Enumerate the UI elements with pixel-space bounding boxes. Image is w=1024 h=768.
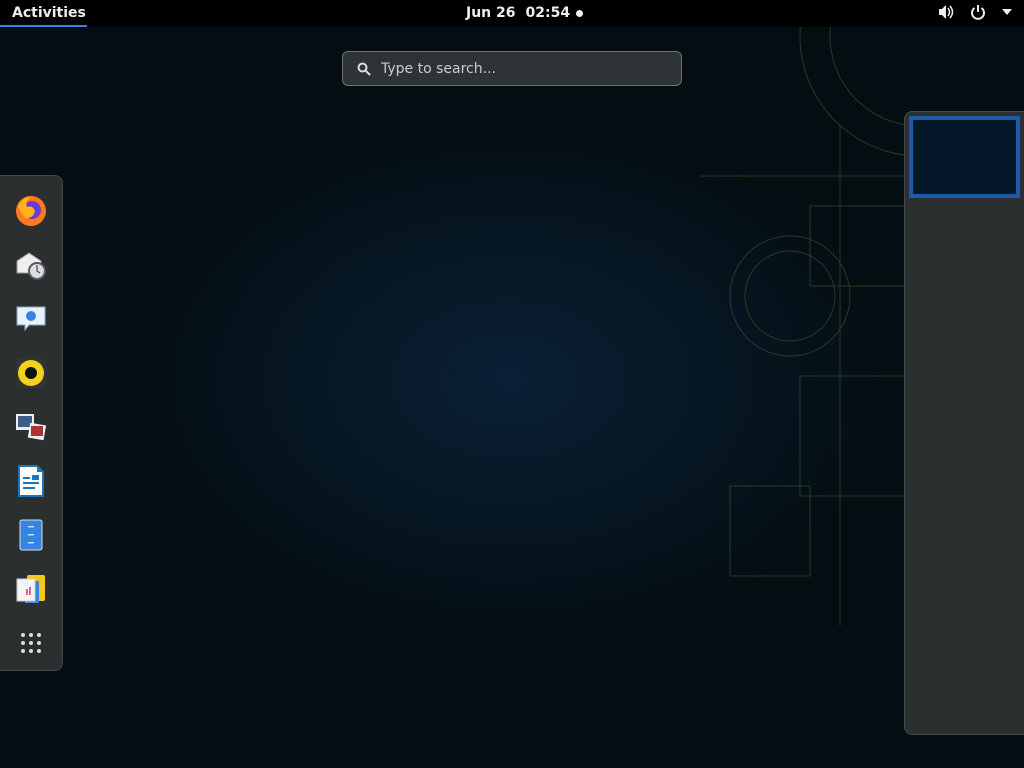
dash-item-empathy[interactable] <box>3 292 59 346</box>
chevron-down-icon <box>1002 9 1012 15</box>
firefox-icon <box>16 196 46 226</box>
volume-icon <box>939 5 954 19</box>
photos-icon <box>16 414 47 441</box>
time-label: 02:54 <box>525 5 571 21</box>
search-field[interactable] <box>342 51 682 86</box>
dash-item-libreoffice-writer[interactable] <box>3 454 59 508</box>
wallpaper-blueprint <box>700 26 940 626</box>
dash-item-firefox[interactable] <box>3 184 59 238</box>
power-icon <box>971 5 985 20</box>
dash <box>0 175 63 671</box>
date-label: Jun 26 <box>466 5 516 21</box>
documents-icon <box>16 575 45 603</box>
writer-icon <box>18 465 44 497</box>
speaker-icon <box>16 358 46 388</box>
app-grid-icon <box>21 633 41 653</box>
dash-item-evolution[interactable] <box>3 238 59 292</box>
mail-clock-icon <box>16 252 46 280</box>
notification-dot-icon <box>576 9 584 17</box>
clock-button[interactable]: Jun 26 02:54 <box>466 5 584 21</box>
search-icon <box>357 62 371 76</box>
top-bar: Activities Jun 26 02:54 <box>0 0 1024 27</box>
dash-item-shotwell[interactable] <box>3 400 59 454</box>
show-applications-button[interactable] <box>3 616 59 670</box>
activities-button[interactable]: Activities <box>0 0 87 27</box>
dash-item-rhythmbox[interactable] <box>3 346 59 400</box>
workspace-thumbnail-1[interactable] <box>909 116 1020 198</box>
chat-icon <box>16 306 46 332</box>
search-input[interactable] <box>381 60 661 77</box>
system-menu[interactable] <box>938 4 1012 20</box>
dash-item-documents[interactable] <box>3 562 59 616</box>
dash-item-files[interactable] <box>3 508 59 562</box>
workspace-switcher <box>904 111 1024 735</box>
file-cabinet-icon <box>19 519 43 551</box>
